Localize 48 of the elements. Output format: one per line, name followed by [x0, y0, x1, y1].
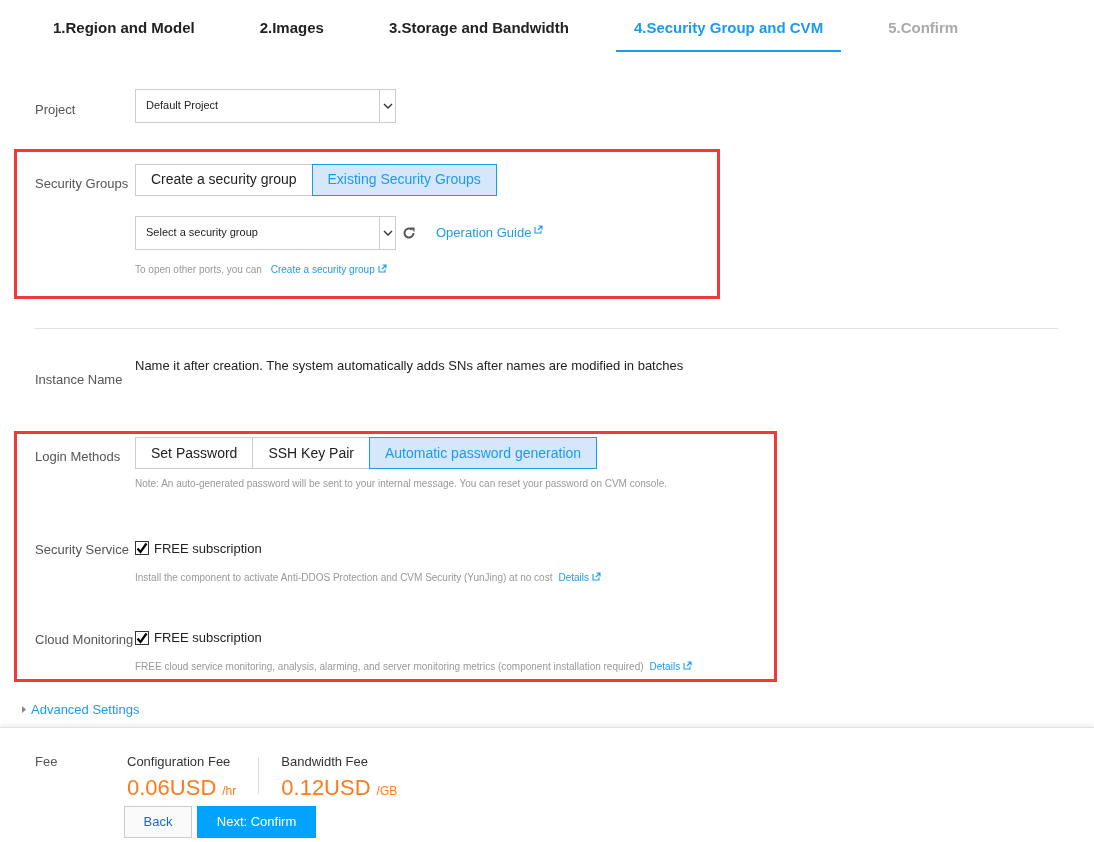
details-link[interactable]: Details	[558, 569, 601, 585]
external-link-icon	[534, 224, 544, 234]
details-link[interactable]: Details	[649, 659, 693, 674]
step-tab[interactable]: 1.Region and Model	[35, 17, 213, 52]
back-button[interactable]: Back	[124, 806, 192, 838]
login-note: Note: An auto-generated password will be sent to your internal message. You can reset your password on CVM console.	[135, 477, 668, 491]
instance-name-text: Name it after creation. The system automatically adds SNs after names are modified in batches	[135, 356, 684, 375]
external-link-icon	[683, 661, 693, 670]
field-label: Login Methods	[35, 448, 122, 467]
next-button[interactable]: Next: Confirm	[197, 806, 316, 838]
fee-item-label: Bandwidth Fee	[281, 752, 370, 771]
fee-unit: /GB	[376, 783, 398, 800]
refresh-icon[interactable]	[402, 225, 416, 240]
field-label: Cloud Monitoring	[35, 630, 135, 649]
hint-text: To open other ports, you can	[135, 262, 262, 277]
create-security-group-link[interactable]: Create a security group	[270, 261, 387, 277]
security-group-select[interactable]: Select a security group	[135, 215, 396, 250]
chevron-down-icon	[382, 229, 393, 236]
service-description: FREE cloud service monitoring, analysis, alarming, and server monitoring metrics (component installation required)	[135, 660, 644, 674]
field-label: Security Groups	[35, 174, 130, 193]
field-label: Instance Name	[35, 370, 124, 389]
fee-amount: 0.12USD	[281, 774, 371, 802]
external-link-icon	[592, 571, 601, 581]
checkbox[interactable]	[135, 630, 149, 645]
step-tab[interactable]: 4.Security Group and CVM	[615, 17, 842, 52]
fee-item-label: Configuration Fee	[127, 752, 232, 771]
advanced-settings-link[interactable]: Advanced Settings	[31, 700, 140, 720]
checkbox-label: FREE subscription	[154, 539, 262, 558]
segment-option[interactable]: Create a security group	[135, 163, 313, 196]
service-description: Install the component to activate Anti-DDOS Protection and CVM Security (YunJing) at no cost	[135, 570, 553, 585]
fee-label: Fee	[35, 752, 59, 771]
segment-option[interactable]: Set Password	[135, 437, 254, 469]
checkbox[interactable]	[135, 541, 149, 556]
operation-guide-link[interactable]: Operation Guide	[436, 222, 544, 243]
segment-option[interactable]: SSH Key Pair	[252, 437, 370, 469]
field-label: Project	[35, 100, 77, 119]
external-link-icon	[377, 263, 387, 273]
fee-amount: 0.06USD	[127, 774, 217, 802]
fee-unit: /hr	[222, 783, 237, 800]
chevron-down-icon	[382, 102, 393, 109]
field-label: Security Service	[35, 541, 130, 559]
project-select[interactable]: Default Project	[135, 88, 396, 123]
expand-arrow-icon	[22, 706, 26, 714]
step-tab[interactable]: 3.Storage and Bandwidth	[370, 17, 587, 52]
segment-option[interactable]: Automatic password generation	[368, 437, 598, 469]
step-tab[interactable]: 2.Images	[241, 17, 342, 52]
segment-option[interactable]: Existing Security Groups	[311, 163, 497, 196]
checkbox-label: FREE subscription	[154, 629, 262, 647]
